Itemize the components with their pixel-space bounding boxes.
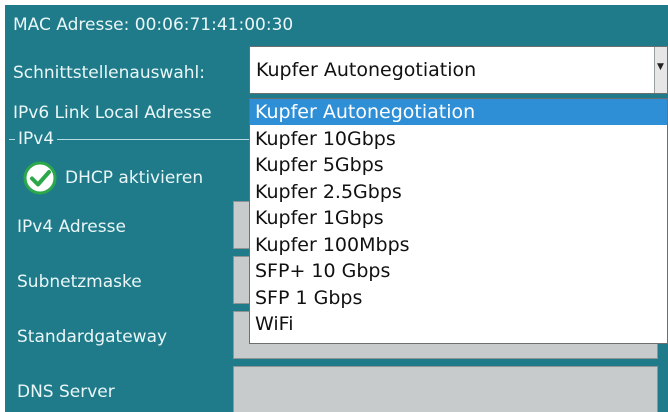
interface-select[interactable]: Kupfer Autonegotiation ▼ [249, 46, 668, 94]
ipv6-link-local-label: IPv6 Link Local Adresse [13, 103, 212, 123]
dropdown-option[interactable]: WiFi [250, 311, 667, 337]
network-settings-panel: MAC Adresse: 00:06:71:41:00:30 Schnittst… [5, 5, 668, 412]
interface-select-value: Kupfer Autonegotiation [256, 59, 477, 81]
interface-selection-label: Schnittstellenauswahl: [13, 63, 205, 83]
dropdown-option[interactable]: SFP+ 10 Gbps [250, 258, 667, 284]
dropdown-option[interactable]: Kupfer 100Mbps [250, 232, 667, 258]
dropdown-option[interactable]: Kupfer Autonegotiation [250, 99, 667, 125]
subnet-mask-label: Subnetzmaske [17, 272, 142, 292]
interface-dropdown-list: Kupfer Autonegotiation Kupfer 10Gbps Kup… [249, 98, 668, 344]
mac-address-label: MAC Adresse: 00:06:71:41:00:30 [13, 15, 294, 35]
check-circle-icon[interactable] [23, 161, 57, 195]
dhcp-label: DHCP aktivieren [65, 168, 204, 188]
default-gateway-label: Standardgateway [17, 327, 168, 347]
dns-server-label: DNS Server [17, 382, 115, 402]
ipv4-address-label: IPv4 Adresse [17, 217, 126, 237]
dropdown-option[interactable]: SFP 1 Gbps [250, 285, 667, 311]
dropdown-option[interactable]: Kupfer 2.5Gbps [250, 179, 667, 205]
dropdown-option[interactable]: Kupfer 10Gbps [250, 126, 667, 152]
dropdown-button[interactable]: ▼ [654, 47, 667, 93]
dhcp-checkbox[interactable]: DHCP aktivieren [23, 160, 203, 196]
dropdown-option[interactable]: Kupfer 1Gbps [250, 205, 667, 231]
dns-server-input[interactable] [233, 366, 658, 412]
screen: MAC Adresse: 00:06:71:41:00:30 Schnittst… [0, 0, 668, 412]
chevron-down-icon: ▼ [657, 62, 664, 72]
dropdown-option[interactable]: Kupfer 5Gbps [250, 152, 667, 178]
ipv4-group-title: IPv4 [15, 129, 58, 149]
